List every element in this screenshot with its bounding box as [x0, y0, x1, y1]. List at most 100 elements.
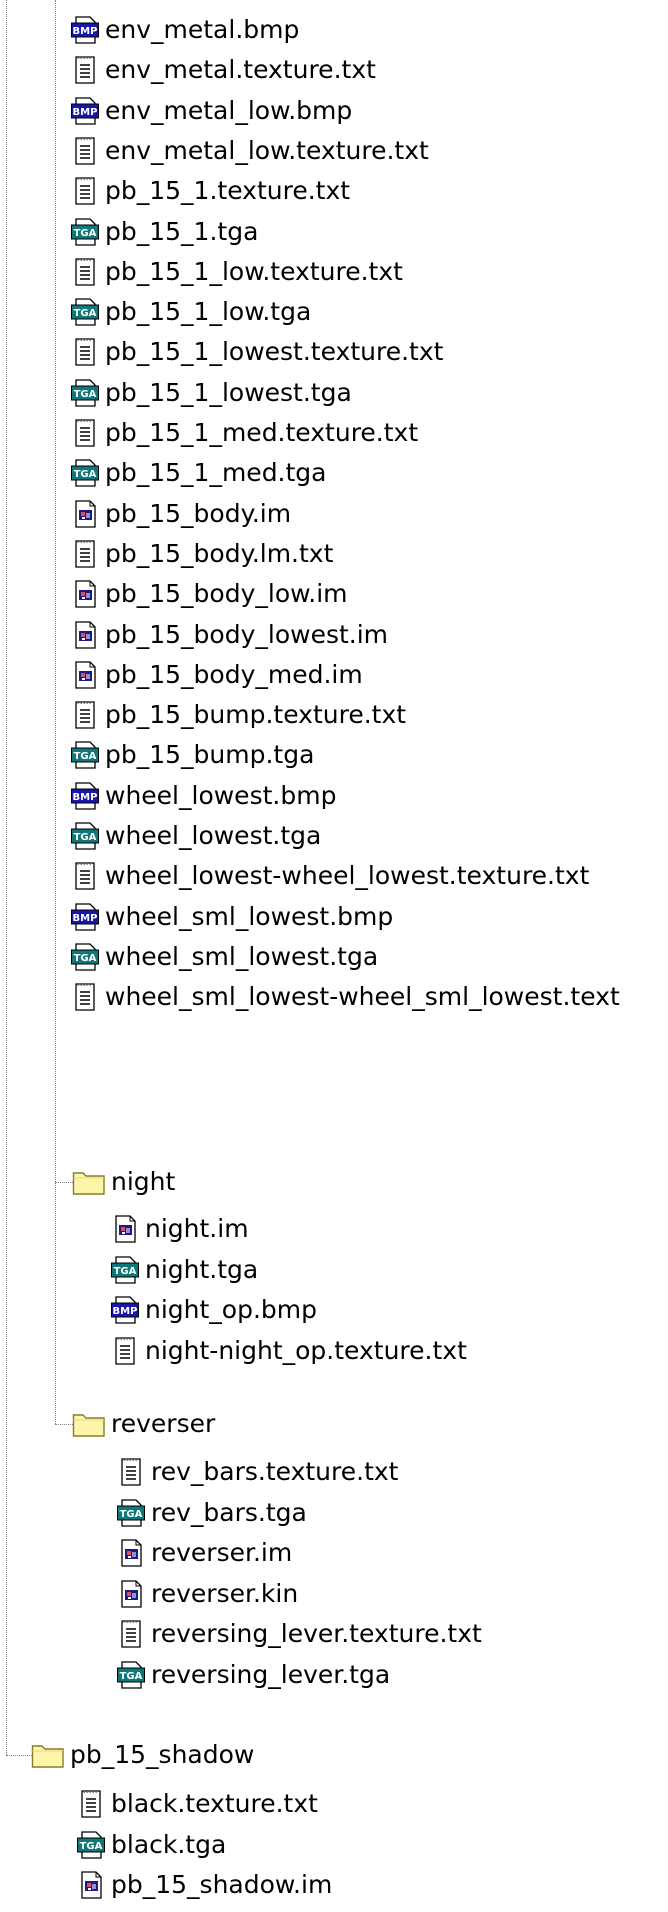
file-item[interactable]: pb_15_bump.texture.txt — [70, 695, 408, 735]
svg-text:BMP: BMP — [73, 792, 98, 803]
file-label: reverser.im — [151, 1538, 293, 1567]
file-label: pb_15_shadow.im — [111, 1870, 333, 1899]
im-file-icon — [76, 1870, 106, 1900]
file-item[interactable]: reverser.kin — [116, 1574, 300, 1614]
file-label: pb_15_1.tga — [105, 216, 259, 246]
file-label: reversing_lever.tga — [151, 1659, 391, 1689]
im-file-icon — [110, 1214, 140, 1244]
file-item[interactable]: wheel_sml_lowest-wheel_sml_lowest.text — [70, 977, 622, 1017]
file-item[interactable]: TGA rev_bars.tga — [116, 1493, 309, 1533]
file-item[interactable]: TGA pb_15_bump.tga — [70, 735, 316, 775]
svg-text:BMP: BMP — [73, 26, 98, 37]
file-label: wheel_sml_lowest-wheel_sml_lowest.text — [105, 982, 620, 1012]
tga-file-icon: TGA — [70, 942, 100, 972]
svg-text:BMP: BMP — [73, 107, 98, 118]
file-item[interactable]: pb_15_1_lowest.texture.txt — [70, 332, 445, 372]
file-item[interactable]: TGA wheel_lowest.tga — [70, 816, 323, 856]
text-file-icon — [70, 55, 100, 85]
bmp-file-icon: BMP — [70, 96, 100, 126]
file-label: black.tga — [111, 1829, 227, 1859]
file-label: env_metal.bmp — [105, 15, 300, 44]
file-label: pb_15_1_lowest.texture.txt — [105, 337, 444, 367]
file-item[interactable]: TGA pb_15_1_low.tga — [70, 292, 313, 332]
folder-item-reverser[interactable]: reverser — [72, 1404, 217, 1444]
svg-text:TGA: TGA — [120, 1671, 143, 1682]
file-item[interactable]: reversing_lever.texture.txt — [116, 1614, 484, 1654]
tga-file-icon: TGA — [70, 378, 100, 408]
folder-label: night — [111, 1167, 176, 1196]
file-label: pb_15_1_lowest.tga — [105, 377, 352, 407]
file-label: night-night_op.texture.txt — [145, 1335, 467, 1365]
im-file-icon — [70, 660, 100, 690]
file-label: pb_15_body_lowest.im — [105, 619, 389, 649]
file-item[interactable]: BMP env_metal_low.bmp — [70, 91, 354, 131]
file-item[interactable]: BMP env_metal.bmp — [70, 10, 301, 50]
bmp-file-icon: BMP — [70, 781, 100, 811]
file-item[interactable]: TGA black.tga — [76, 1825, 228, 1865]
im-file-icon — [116, 1579, 146, 1609]
file-label: rev_bars.tga — [151, 1497, 307, 1527]
text-file-icon — [70, 539, 100, 569]
bmp-file-icon: BMP — [70, 15, 100, 45]
file-label: env_metal_low.bmp — [105, 95, 353, 125]
file-item[interactable]: pb_15_body_med.im — [70, 655, 365, 695]
file-label: wheel_lowest-wheel_lowest.texture.txt — [105, 861, 590, 891]
file-label: pb_15_1_low.texture.txt — [105, 256, 403, 286]
file-label: reverser.kin — [151, 1578, 299, 1608]
file-item[interactable]: black.texture.txt — [76, 1784, 320, 1824]
folder-item-night[interactable]: night — [72, 1162, 177, 1202]
file-item[interactable]: env_metal_low.texture.txt — [70, 131, 431, 171]
tga-file-icon: TGA — [70, 297, 100, 327]
file-item[interactable]: night.im — [110, 1209, 251, 1249]
file-label: pb_15_body_med.im — [105, 659, 363, 689]
file-item[interactable]: BMP wheel_lowest.bmp — [70, 776, 338, 816]
svg-text:TGA: TGA — [74, 752, 97, 763]
text-file-icon — [70, 337, 100, 367]
tga-file-icon: TGA — [70, 458, 100, 488]
bmp-file-icon: BMP — [110, 1295, 140, 1325]
file-item[interactable]: pb_15_1_med.texture.txt — [70, 413, 420, 453]
file-item[interactable]: BMP wheel_sml_lowest.bmp — [70, 897, 395, 937]
file-item[interactable]: pb_15_body.im — [70, 494, 293, 534]
svg-text:TGA: TGA — [120, 1509, 143, 1520]
file-item[interactable]: TGA pb_15_1_med.tga — [70, 453, 329, 493]
file-item[interactable]: TGA pb_15_1.tga — [70, 212, 260, 252]
file-item[interactable]: pb_15_1.texture.txt — [70, 171, 352, 211]
svg-text:TGA: TGA — [74, 469, 97, 480]
file-label: pb_15_bump.texture.txt — [105, 700, 407, 730]
folder-icon — [72, 1168, 106, 1196]
file-item[interactable]: pb_15_body_low.im — [70, 574, 350, 614]
file-item[interactable]: night-night_op.texture.txt — [110, 1331, 469, 1371]
file-item[interactable]: rev_bars.texture.txt — [116, 1452, 401, 1492]
file-item[interactable]: wheel_lowest-wheel_lowest.texture.txt — [70, 856, 591, 896]
file-label: reversing_lever.texture.txt — [151, 1619, 482, 1648]
text-file-icon — [70, 861, 100, 891]
bmp-file-icon: BMP — [70, 902, 100, 932]
text-file-icon — [110, 1336, 140, 1366]
file-item[interactable]: pb_15_1_low.texture.txt — [70, 252, 405, 292]
svg-text:TGA: TGA — [80, 1841, 103, 1852]
text-file-icon — [70, 700, 100, 730]
file-label: pb_15_body.im — [105, 498, 292, 528]
folder-icon — [31, 1741, 65, 1769]
file-item[interactable]: pb_15_body.lm.txt — [70, 534, 335, 574]
file-item[interactable]: env_metal.texture.txt — [70, 50, 378, 90]
file-label: night.tga — [145, 1254, 259, 1284]
svg-text:BMP: BMP — [73, 913, 98, 924]
text-file-icon — [70, 418, 100, 448]
file-item[interactable]: BMP night_op.bmp — [110, 1290, 319, 1330]
file-label: env_metal.texture.txt — [105, 55, 376, 85]
file-item[interactable]: pb_15_body_lowest.im — [70, 615, 390, 655]
file-item[interactable]: TGA night.tga — [110, 1250, 260, 1290]
file-item[interactable]: TGA pb_15_1_lowest.tga — [70, 373, 354, 413]
tga-file-icon: TGA — [110, 1255, 140, 1285]
file-item[interactable]: pb_15_shadow.im — [76, 1865, 334, 1905]
file-label: wheel_lowest.bmp — [105, 780, 337, 810]
folder-label: reverser — [111, 1409, 216, 1438]
tree-connector-parent — [55, 0, 56, 1424]
file-item[interactable]: TGA wheel_sml_lowest.tga — [70, 937, 380, 977]
file-item[interactable]: TGA reversing_lever.tga — [116, 1655, 392, 1695]
folder-item-pb-15-shadow[interactable]: pb_15_shadow — [31, 1735, 256, 1775]
file-label: pb_15_1.texture.txt — [105, 176, 351, 206]
file-item[interactable]: reverser.im — [116, 1533, 294, 1573]
